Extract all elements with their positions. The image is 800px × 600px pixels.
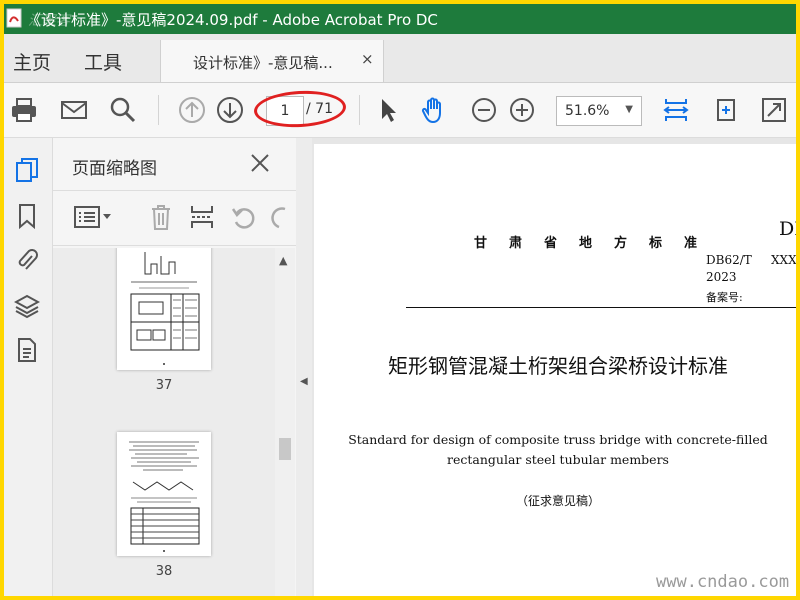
tab-document[interactable]: 设计标准》-意见稿... × [160, 40, 384, 82]
select-cursor-icon[interactable] [374, 96, 402, 124]
thumbnail-page-number: 38 [155, 564, 173, 579]
thumbnail-page[interactable] [117, 248, 211, 370]
tab-bar: 主页 工具 设计标准》-意见稿... × [4, 34, 796, 83]
pdf-page: 甘肃省地方标准 DB DB62/T XXXX 2023 备案号: 矩形钢管混凝土… [314, 144, 796, 596]
page-thumbnail-image [130, 252, 200, 365]
hand-tool-icon[interactable] [420, 96, 448, 124]
zoom-value: 51.6% [565, 103, 610, 119]
pages-icon[interactable] [14, 156, 40, 184]
bookmark-icon[interactable] [14, 202, 40, 230]
standard-code-number: XXXX [771, 253, 796, 267]
layers-icon[interactable] [14, 292, 40, 320]
scroll-up-icon[interactable]: ▲ [279, 254, 287, 267]
document-title-chinese: 矩形钢管混凝土桁架组合梁桥设计标准 [388, 354, 728, 378]
extract-page-icon[interactable] [189, 203, 215, 231]
navigation-rail [4, 138, 53, 596]
thumbnail-page-number: 37 [155, 378, 173, 393]
thumbnail-scrollbar[interactable]: ▲ [275, 248, 295, 596]
thumbnail-page[interactable] [117, 432, 211, 556]
window-title: 《设计标准》-意见稿2024.09.pdf - Adobe Acrobat Pr… [26, 11, 438, 29]
acrobat-window: 《设计标准》-意见稿2024.09.pdf - Adobe Acrobat Pr… [4, 4, 796, 596]
attachment-icon[interactable] [14, 246, 40, 274]
close-icon[interactable] [249, 152, 271, 174]
toolbar-divider [158, 95, 159, 125]
options-menu-icon[interactable] [73, 205, 113, 229]
standard-code: DB62/T [706, 253, 752, 267]
page-thumbnails-panel: 页面缩略图 37 38 ▲ [53, 138, 297, 596]
document-title-english-line1: Standard for design of composite truss b… [348, 432, 768, 447]
close-tab-icon[interactable]: × [361, 50, 374, 68]
fit-width-icon[interactable] [662, 96, 690, 124]
zoom-select[interactable]: 51.6% ▼ [556, 96, 642, 126]
delete-icon[interactable] [149, 203, 173, 231]
panel-title: 页面缩略图 [72, 159, 157, 179]
pdf-file-icon [6, 8, 22, 28]
page-up-icon[interactable] [178, 96, 206, 124]
toolbar: 1 / 71 51.6% ▼ [4, 83, 796, 138]
watermark-overlay: 汇聚客 [28, 13, 70, 29]
search-icon[interactable] [109, 96, 137, 124]
page-thumbnail-image [129, 441, 200, 552]
email-icon[interactable] [60, 96, 88, 124]
print-icon[interactable] [10, 96, 38, 124]
document-viewport[interactable]: 甘肃省地方标准 DB DB62/T XXXX 2023 备案号: 矩形钢管混凝土… [312, 138, 796, 596]
header-rule [406, 307, 796, 308]
zoom-out-icon[interactable] [470, 96, 498, 124]
chevron-down-icon: ▼ [625, 104, 633, 115]
tab-tools[interactable]: 工具 [84, 48, 122, 75]
tab-home[interactable]: 主页 [13, 48, 51, 75]
thumbnail-toolbar [53, 190, 296, 246]
rotate-ccw-icon[interactable] [231, 205, 257, 231]
toolbar-divider [359, 95, 360, 125]
annotation-ellipse [253, 88, 347, 130]
document-status: （征求意见稿） [515, 494, 600, 508]
record-number-label: 备案号: [706, 291, 743, 304]
page-down-icon[interactable] [216, 96, 244, 124]
db-prefix: DB [779, 218, 796, 240]
document-tab-label: 设计标准》-意见稿... [193, 54, 333, 72]
document-icon[interactable] [14, 336, 40, 364]
thumbnail-list: 37 38 [53, 248, 275, 596]
full-screen-icon[interactable] [760, 96, 788, 124]
standard-year: 2023 [706, 270, 737, 284]
collapse-left-icon[interactable]: ◀ [300, 376, 308, 387]
scrollbar-thumb[interactable] [279, 438, 291, 460]
title-bar: 《设计标准》-意见稿2024.09.pdf - Adobe Acrobat Pr… [4, 4, 796, 34]
zoom-in-icon[interactable] [508, 96, 536, 124]
rotate-page-icon[interactable] [712, 96, 740, 124]
province-standard-heading: 甘肃省地方标准 [474, 236, 720, 251]
panel-collapse-strip[interactable]: ◀ [296, 138, 312, 596]
rotate-cw-icon[interactable] [271, 205, 291, 231]
site-watermark: www.cndao.com [656, 572, 790, 592]
document-title-english-line2: rectangular steel tubular members [447, 452, 669, 467]
